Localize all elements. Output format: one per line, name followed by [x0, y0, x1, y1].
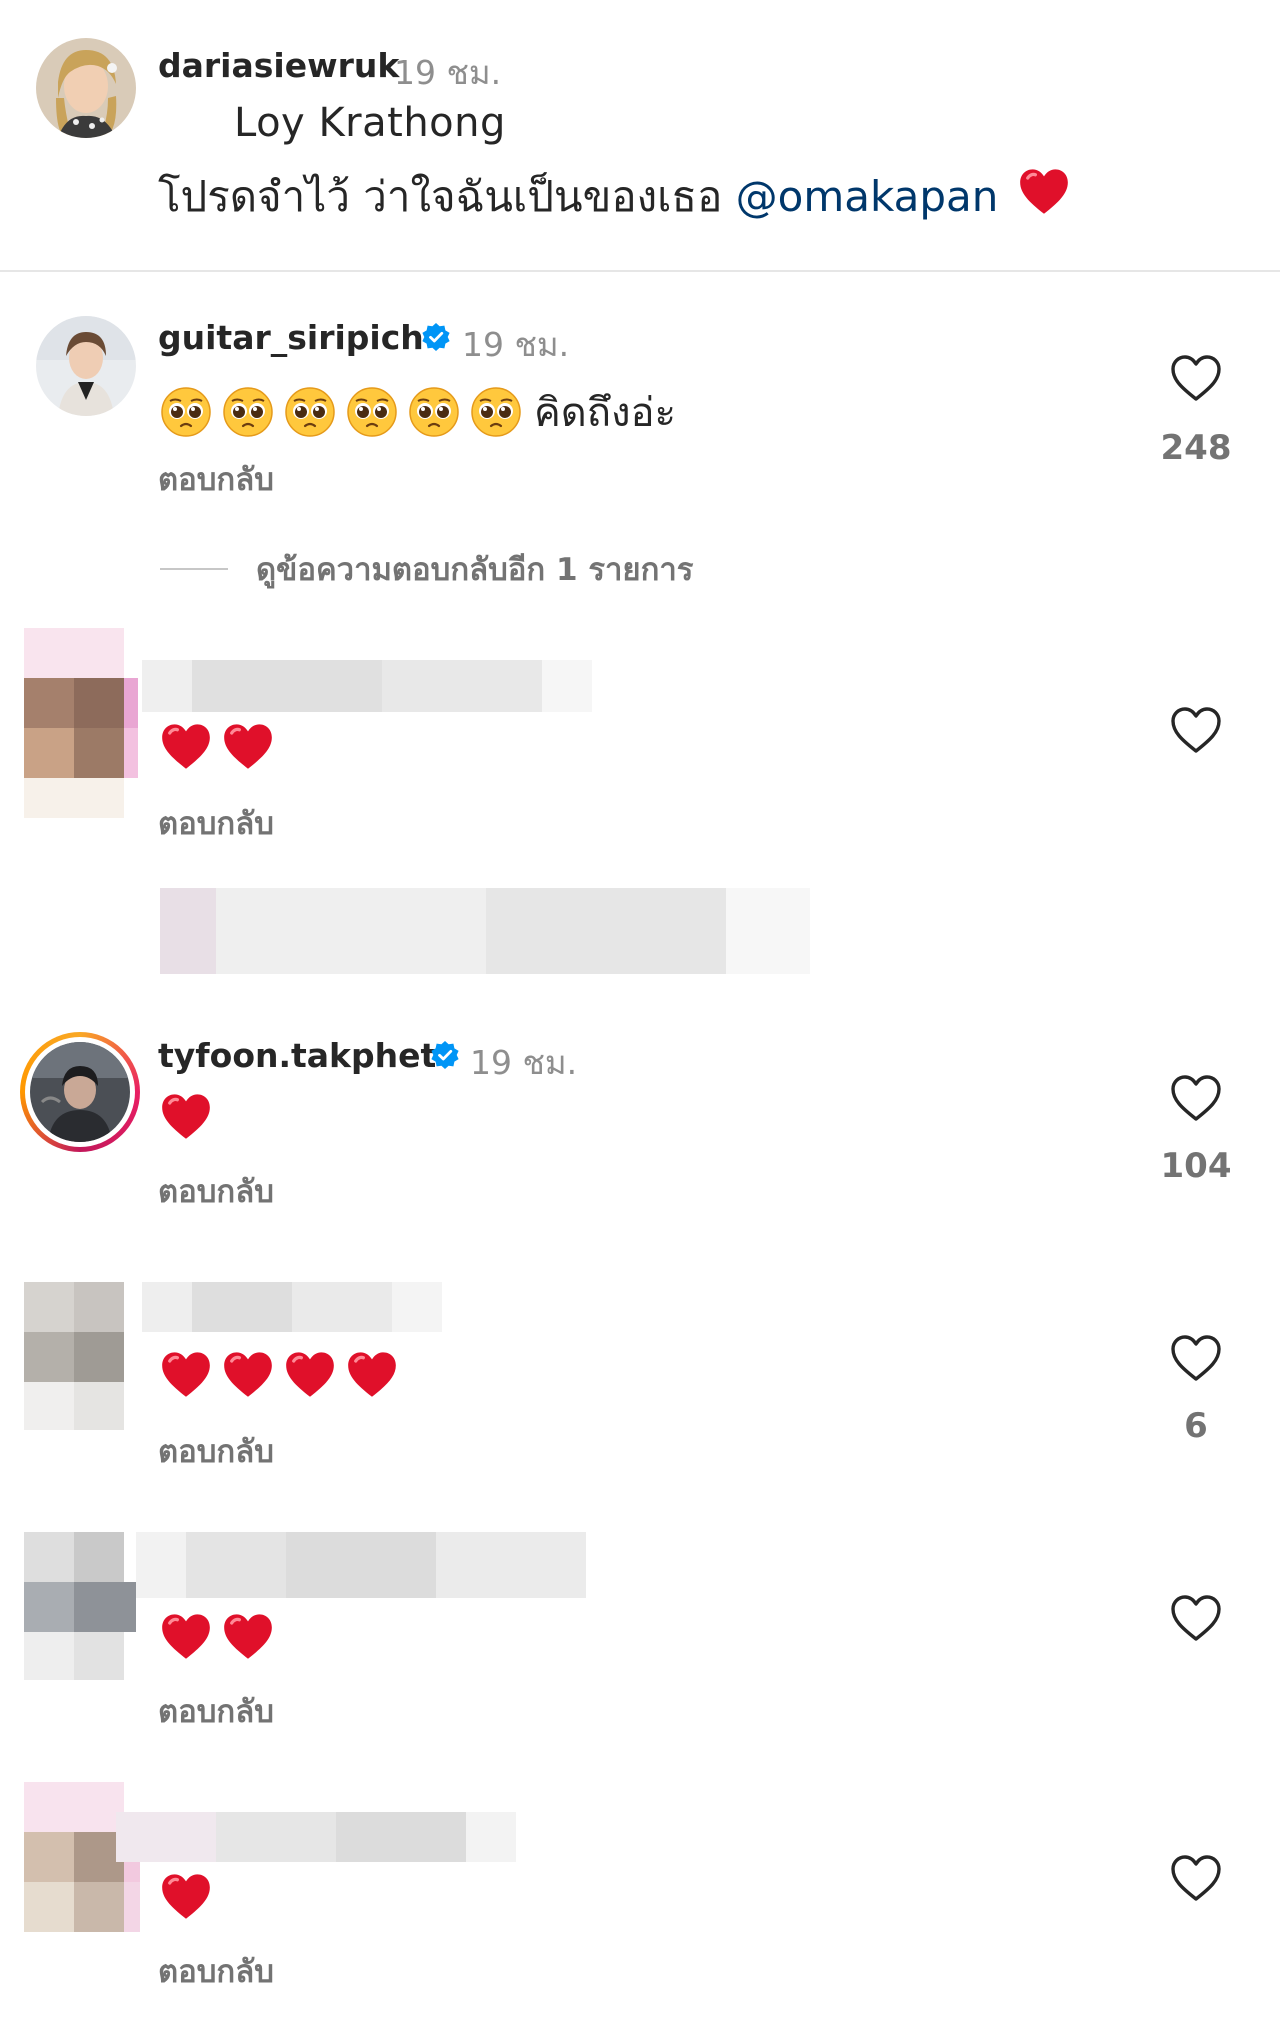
- comment-body: [160, 1348, 398, 1400]
- reply-button[interactable]: ตอบกลับ: [158, 1426, 274, 1476]
- like-heart-icon[interactable]: [1170, 1854, 1222, 1902]
- avatar-dariasiewruk[interactable]: [36, 38, 136, 138]
- blurred-avatar: [24, 1532, 136, 1680]
- avatar-story-ring[interactable]: [20, 1032, 140, 1152]
- view-replies-button[interactable]: ดูข้อความตอบกลับอีก 1 รายการ: [160, 544, 693, 594]
- like-heart-icon[interactable]: [1170, 1594, 1222, 1642]
- caption-line1: Loy Krathong: [234, 100, 506, 146]
- red-heart-icon: [160, 1870, 212, 1922]
- blurred-reply-preview: [160, 888, 810, 974]
- comment-text: คิดถึงอ่ะ: [534, 390, 676, 436]
- red-heart-icon: [1018, 165, 1070, 217]
- caption-line2: โปรดจำไว้ ว่าใจฉันเป็นของเธอ @omakapan: [158, 164, 1070, 230]
- caption-time: 19 ชม.: [394, 53, 502, 92]
- comment-time: 19 ชม.: [470, 1043, 578, 1082]
- red-heart-icon: [160, 720, 212, 772]
- comment-body: [160, 1870, 212, 1922]
- comment-username[interactable]: tyfoon.takphet: [158, 1036, 436, 1075]
- comment-body: [160, 1090, 212, 1142]
- avatar-guitar-siripich[interactable]: [36, 316, 136, 416]
- reply-button[interactable]: ตอบกลับ: [158, 454, 274, 504]
- reply-button[interactable]: ตอบกลับ: [158, 1686, 274, 1736]
- blurred-username: [142, 1282, 442, 1332]
- like-heart-icon[interactable]: [1170, 1074, 1222, 1122]
- red-heart-icon: [160, 1348, 212, 1400]
- blurred-avatar: [24, 1282, 124, 1430]
- verified-badge-icon: [421, 322, 451, 352]
- comment-body: [160, 720, 274, 772]
- like-count: 6: [1184, 1406, 1208, 1446]
- red-heart-icon: [222, 1610, 274, 1662]
- red-heart-icon: [284, 1348, 336, 1400]
- comment-body: คิดถึงอ่ะ: [160, 380, 676, 444]
- like-count: 104: [1160, 1146, 1232, 1186]
- red-heart-icon: [160, 1090, 212, 1142]
- red-heart-icon: [222, 1348, 274, 1400]
- like-count: 248: [1160, 428, 1232, 468]
- red-heart-icon: [222, 720, 274, 772]
- comment-body: [160, 1610, 274, 1662]
- pleading-face-icon: [408, 386, 460, 438]
- reply-button[interactable]: ตอบกลับ: [158, 1166, 274, 1216]
- replies-divider-line: [160, 568, 228, 570]
- caption-username[interactable]: dariasiewruk: [158, 46, 399, 85]
- caption-text: โปรดจำไว้ ว่าใจฉันเป็นของเธอ: [158, 172, 723, 221]
- verified-badge-icon: [430, 1040, 460, 1070]
- red-heart-icon: [346, 1348, 398, 1400]
- view-replies-label: ดูข้อความตอบกลับอีก 1 รายการ: [256, 552, 694, 588]
- blurred-username: [142, 660, 592, 712]
- avatar-tyfoon-takphet: [30, 1042, 130, 1142]
- comment-time: 19 ชม.: [462, 325, 570, 364]
- post-caption: dariasiewruk 19 ชม. Loy Krathong โปรดจำไ…: [0, 0, 1280, 270]
- blurred-username: [116, 1812, 516, 1862]
- like-heart-icon[interactable]: [1170, 706, 1222, 754]
- caption-divider: [0, 270, 1280, 272]
- blurred-username: [136, 1532, 586, 1598]
- mention-link[interactable]: @omakapan: [736, 172, 999, 221]
- pleading-face-icon: [160, 386, 212, 438]
- pleading-face-icon: [284, 386, 336, 438]
- pleading-face-icon: [346, 386, 398, 438]
- like-heart-icon[interactable]: [1170, 1334, 1222, 1382]
- red-heart-icon: [160, 1610, 212, 1662]
- reply-button[interactable]: ตอบกลับ: [158, 1946, 274, 1996]
- comment-username[interactable]: guitar_siripich: [158, 318, 424, 357]
- blurred-avatar: [24, 628, 144, 818]
- reply-button[interactable]: ตอบกลับ: [158, 798, 274, 848]
- pleading-face-icon: [470, 386, 522, 438]
- pleading-face-icon: [222, 386, 274, 438]
- like-heart-icon[interactable]: [1170, 354, 1222, 402]
